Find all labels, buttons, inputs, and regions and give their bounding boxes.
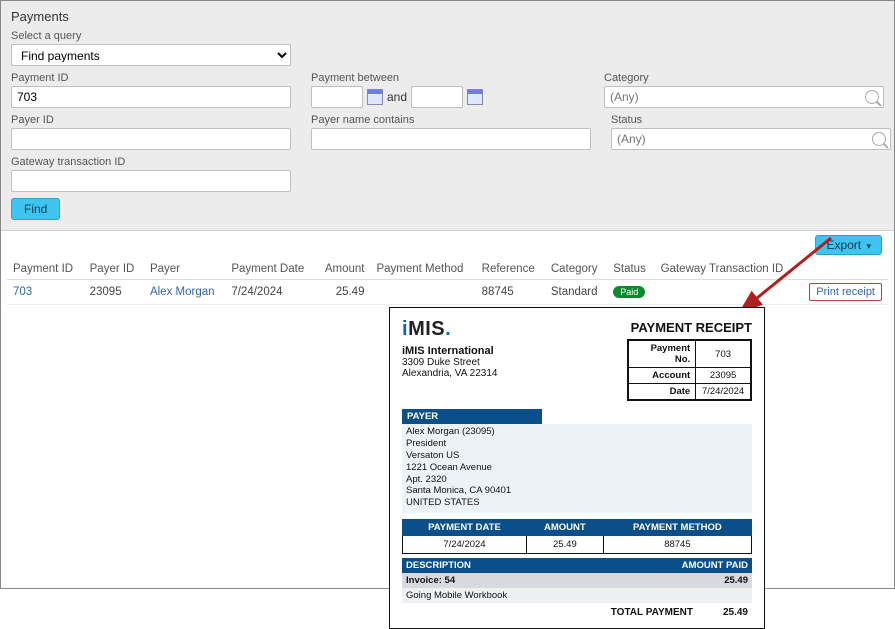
calendar-icon[interactable] (467, 89, 483, 105)
payment-id-input[interactable] (11, 86, 291, 108)
export-button[interactable]: Export ▾ (815, 235, 882, 255)
col-amount[interactable]: Amount (316, 259, 371, 280)
results-table: Payment ID Payer ID Payer Payment Date A… (7, 259, 888, 305)
org-addr2: Alexandria, VA 22314 (402, 368, 497, 379)
table-row: 703 23095 Alex Morgan 7/24/2024 25.49 88… (7, 280, 888, 305)
org-addr1: 3309 Duke Street (402, 357, 497, 368)
payment-table: PAYMENT DATE AMOUNT PAYMENT METHOD 7/24/… (402, 519, 752, 554)
col-gateway[interactable]: Gateway Transaction ID (655, 259, 798, 280)
category-input[interactable] (604, 86, 884, 108)
col-payment-id[interactable]: Payment ID (7, 259, 84, 280)
total-row: TOTAL PAYMENT 25.49 (402, 607, 752, 618)
category-label: Category (604, 72, 884, 84)
cell-method (370, 280, 475, 305)
description-table: DESCRIPTION AMOUNT PAID Invoice: 54 25.4… (402, 558, 752, 603)
category-lookup[interactable] (604, 86, 884, 108)
cell-date: 7/24/2024 (225, 280, 315, 305)
col-payer[interactable]: Payer (144, 259, 225, 280)
page-title: Payments (11, 9, 884, 24)
col-date[interactable]: Payment Date (225, 259, 315, 280)
col-payer-id[interactable]: Payer ID (84, 259, 144, 280)
query-label: Select a query (11, 30, 884, 42)
payer-link[interactable]: Alex Morgan (150, 286, 215, 298)
payment-between-label: Payment between (311, 72, 483, 84)
query-select[interactable]: Find payments (11, 44, 291, 66)
receipt-title: PAYMENT RECEIPT (627, 320, 752, 335)
calendar-icon[interactable] (367, 89, 383, 105)
gateway-label: Gateway transaction ID (11, 156, 291, 168)
logo: iMIS. (402, 318, 497, 341)
status-lookup[interactable] (611, 128, 891, 150)
print-receipt-link[interactable]: Print receipt (809, 283, 882, 301)
export-row: Export ▾ (1, 231, 894, 255)
gateway-input[interactable] (11, 170, 291, 192)
col-status[interactable]: Status (607, 259, 654, 280)
status-badge: Paid (613, 286, 645, 298)
receipt-meta: Payment No.703 Account23095 Date7/24/202… (627, 339, 752, 401)
col-reference[interactable]: Reference (476, 259, 545, 280)
cell-reference: 88745 (476, 280, 545, 305)
col-method[interactable]: Payment Method (370, 259, 475, 280)
and-label: and (387, 90, 407, 104)
payment-id-label: Payment ID (11, 72, 291, 84)
caret-down-icon: ▾ (866, 241, 871, 251)
cell-amount: 25.49 (316, 280, 371, 305)
payment-id-link[interactable]: 703 (13, 286, 32, 298)
search-panel: Payments Select a query Find payments Pa… (1, 1, 894, 231)
payer-header: PAYER (402, 409, 542, 424)
payer-name-label: Payer name contains (311, 114, 591, 126)
cell-category: Standard (545, 280, 607, 305)
search-icon (865, 90, 879, 104)
status-label: Status (611, 114, 891, 126)
find-button[interactable]: Find (11, 198, 60, 220)
payer-id-input[interactable] (11, 128, 291, 150)
export-label: Export (826, 238, 861, 252)
receipt-preview: iMIS. iMIS International 3309 Duke Stree… (389, 307, 765, 629)
payer-block: Alex Morgan (23095) President Versaton U… (402, 424, 752, 513)
search-icon (872, 132, 886, 146)
payer-id-label: Payer ID (11, 114, 291, 126)
cell-payer-id: 23095 (84, 280, 144, 305)
col-category[interactable]: Category (545, 259, 607, 280)
cell-gateway (655, 280, 798, 305)
date-from-input[interactable] (311, 86, 363, 108)
payer-name-input[interactable] (311, 128, 591, 150)
org-name: iMIS International (402, 345, 497, 357)
status-input[interactable] (611, 128, 891, 150)
date-to-input[interactable] (411, 86, 463, 108)
